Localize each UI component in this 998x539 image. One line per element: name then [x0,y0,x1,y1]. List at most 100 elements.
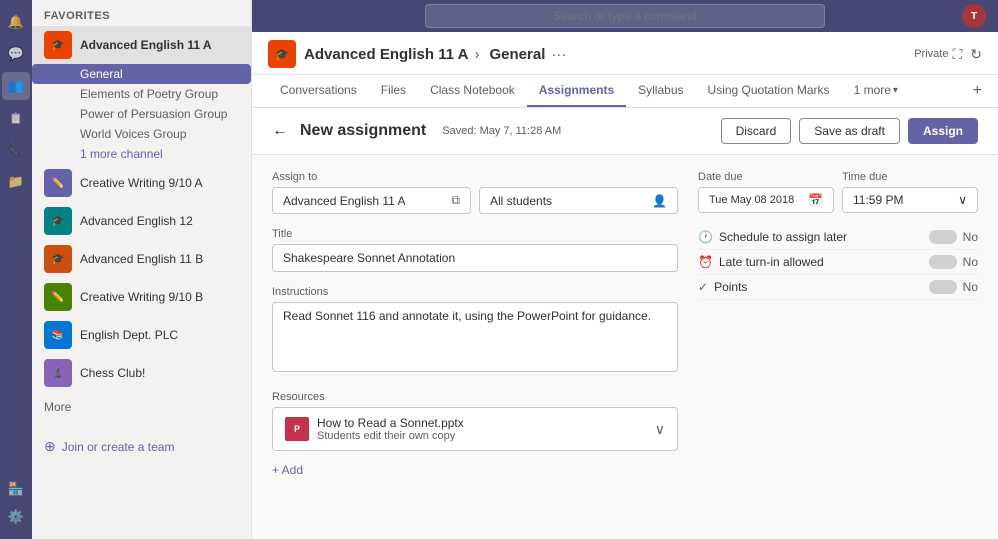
points-label: Points [714,280,929,294]
title-group: Title [272,228,678,272]
date-time-row: Date due Tue May 08 2018 📅 Time due 11:5… [698,171,978,213]
late-value: No [963,255,978,269]
team-avatar-adv-english-12: 🎓 [44,207,72,235]
channel-elements[interactable]: Elements of Poetry Group [32,84,251,104]
title-label: Title [272,228,678,240]
team-header-ellipsis[interactable]: ··· [551,46,566,63]
resources-label: Resources [272,391,678,403]
team-sidebar: Favorites 🎓 Advanced English 11 A ··· Ge… [32,0,252,539]
join-create-team[interactable]: ⊕ Join or create a team [32,430,251,463]
command-bar-right: T [962,4,986,28]
expand-icon[interactable]: ⛶ [952,46,962,63]
activity-bar: 🔔 💬 👥 📋 📞 📁 🏪 ⚙️ [0,0,32,539]
assignment-actions: Discard Save as draft Assign [721,118,978,144]
add-resource-button[interactable]: + Add [272,459,678,481]
resource-info: How to Read a Sonnet.pptx Students edit … [317,416,464,442]
team-name-adv-english-11a: Advanced English 11 A [80,38,229,52]
add-label: + Add [272,463,303,477]
teams-icon[interactable]: 👥 [2,72,30,100]
resource-chevron-icon[interactable]: ∨ [655,421,665,438]
team-avatar-chess-club: ♟️ [44,359,72,387]
late-toggle[interactable] [929,255,957,269]
time-due-value: 11:59 PM [853,193,903,207]
all-students-input[interactable]: All students 👤 [479,187,678,214]
team-name-adv-english-12: Advanced English 12 [80,214,229,228]
time-due-group: Time due 11:59 PM ∨ [842,171,978,213]
user-avatar[interactable]: T [962,4,986,28]
sidebar-more[interactable]: More [32,392,251,422]
copy-icon: ⧉ [451,193,460,208]
favorites-label: Favorites [32,0,251,26]
resource-sub: Students edit their own copy [317,430,464,442]
schedule-toggle[interactable] [929,230,957,244]
settings-icon[interactable]: ⚙️ [2,503,30,531]
channel-general[interactable]: General [32,64,251,84]
team-name-english-plc: English Dept. PLC [80,328,229,342]
tab-conversations[interactable]: Conversations [268,75,369,107]
tab-quotation[interactable]: Using Quotation Marks [696,75,842,107]
team-item-creative-9-10a[interactable]: ✏️ Creative Writing 9/10 A ··· [32,164,251,202]
header-actions: ⛶ ↻ [952,46,982,63]
team-item-english-plc[interactable]: 📚 English Dept. PLC ··· [32,316,251,354]
store-icon[interactable]: 🏪 [2,475,30,503]
tab-files[interactable]: Files [369,75,418,107]
channel-elements-label: Elements of Poetry Group [80,87,218,101]
team-avatar-adv-english-11b: 🎓 [44,245,72,273]
team-item-chess-club[interactable]: ♟️ Chess Club! ··· [32,354,251,392]
channel-general-label: General [80,67,123,81]
files-icon[interactable]: 📁 [2,168,30,196]
date-due-group: Date due Tue May 08 2018 📅 [698,171,834,213]
add-tab-icon[interactable]: + [973,82,982,100]
team-name-creative-9-10a: Creative Writing 9/10 A [80,176,229,190]
instructions-textarea[interactable]: Read Sonnet 116 and annotate it, using t… [272,302,678,372]
join-create-label: Join or create a team [62,440,175,454]
team-header-icon: 🎓 [268,40,296,68]
assignment-area: ← New assignment Saved: May 7, 11:28 AM … [252,108,998,539]
date-due-value: Tue May 08 2018 [709,194,794,206]
channel-world[interactable]: World Voices Group [32,124,251,144]
schedule-icon: 🕐 [698,230,713,244]
refresh-icon[interactable]: ↻ [970,46,982,63]
instructions-group: Instructions Read Sonnet 116 and annotat… [272,286,678,377]
resources-group: Resources P How to Read a Sonnet.pptx St… [272,391,678,481]
date-due-input[interactable]: Tue May 08 2018 📅 [698,187,834,213]
team-item-adv-english-12[interactable]: 🎓 Advanced English 12 ··· [32,202,251,240]
calls-icon[interactable]: 📞 [2,136,30,164]
tab-class-notebook[interactable]: Class Notebook [418,75,527,107]
late-row: ⏰ Late turn-in allowed No [698,250,978,275]
team-item-adv-english-11b[interactable]: 🎓 Advanced English 11 B ··· [32,240,251,278]
assign-button[interactable]: Assign [908,118,978,144]
points-icon: ✓ [698,280,708,294]
tab-assignments[interactable]: Assignments [527,75,626,107]
team-header-channel: General [490,46,546,63]
team-item-creative-9-10b[interactable]: ✏️ Creative Writing 9/10 B ··· [32,278,251,316]
schedule-row: 🕐 Schedule to assign later No [698,225,978,250]
assign-to-input[interactable]: Advanced English 11 A ⧉ [272,187,471,214]
assignments-icon[interactable]: 📋 [2,104,30,132]
team-item-adv-english-11a[interactable]: 🎓 Advanced English 11 A ··· [32,26,251,64]
channel-power[interactable]: Power of Persuasion Group [32,104,251,124]
late-label: Late turn-in allowed [719,255,929,269]
chat-icon[interactable]: 💬 [2,40,30,68]
command-search-input[interactable] [425,4,825,28]
team-header-private: Private [914,48,952,60]
tab-more[interactable]: 1 more ▾ [842,75,910,107]
assignment-saved: Saved: May 7, 11:28 AM [442,125,561,137]
save-draft-button[interactable]: Save as draft [799,118,900,144]
title-input[interactable] [272,244,678,272]
time-due-input[interactable]: 11:59 PM ∨ [842,187,978,213]
more-channels-link[interactable]: 1 more channel [32,144,251,164]
discard-button[interactable]: Discard [721,118,792,144]
channel-world-label: World Voices Group [80,127,187,141]
assign-to-label: Assign to [272,171,678,183]
team-name-chess-club: Chess Club! [80,366,229,380]
assign-to-row: Advanced English 11 A ⧉ All students 👤 [272,187,678,214]
team-avatar-creative-9-10a: ✏️ [44,169,72,197]
powerpoint-icon: P [285,417,309,441]
time-due-label: Time due [842,171,978,183]
back-arrow[interactable]: ← [272,122,288,140]
tab-syllabus[interactable]: Syllabus [626,75,695,107]
calendar-icon: 📅 [808,193,823,207]
activity-icon[interactable]: 🔔 [2,8,30,36]
points-toggle[interactable] [929,280,957,294]
